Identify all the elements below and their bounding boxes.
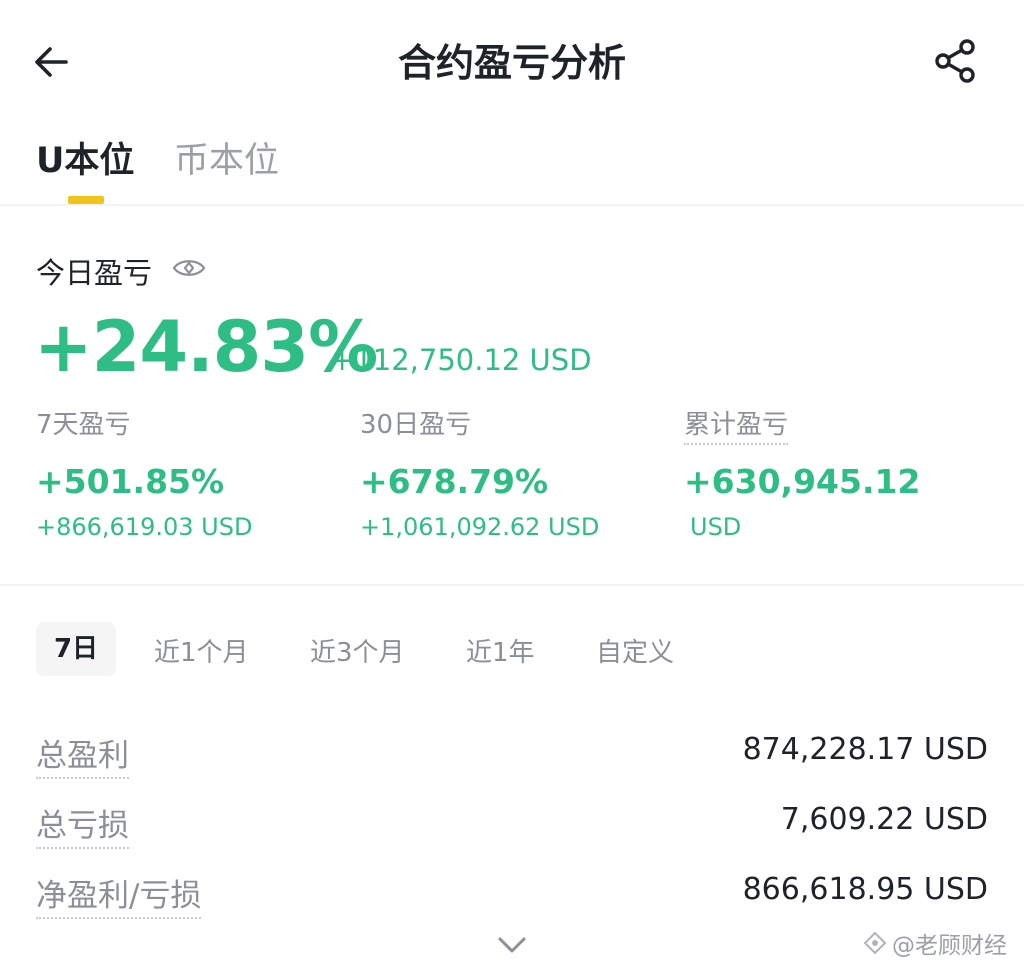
- total-profit-label[interactable]: 总盈利: [36, 730, 129, 779]
- net-pnl-value: 866,618.95 USD: [742, 872, 988, 907]
- stat-30d-percent: +678.79%: [360, 462, 549, 501]
- active-tab-indicator: [68, 196, 104, 204]
- period-7d-button[interactable]: 7日: [36, 622, 116, 676]
- total-loss-value: 7,609.22 USD: [780, 802, 988, 837]
- today-pnl-label: 今日盈亏: [36, 256, 153, 290]
- eye-icon[interactable]: [172, 254, 206, 282]
- period-3m-button[interactable]: 近3个月: [310, 632, 405, 669]
- total-profit-value: 874,228.17 USD: [742, 732, 988, 767]
- watermark-logo-icon: [863, 931, 887, 955]
- today-pnl-usd: +112,750.12 USD: [330, 343, 592, 377]
- chevron-down-icon[interactable]: [496, 934, 528, 956]
- stat-30d-usd: +1,061,092.62 USD: [360, 513, 600, 541]
- today-pnl-percent: +24.83%: [34, 306, 378, 388]
- stat-cumulative-unit: USD: [690, 513, 742, 541]
- stat-cumulative-label[interactable]: 累计盈亏: [684, 404, 789, 445]
- total-loss-label[interactable]: 总亏损: [36, 800, 129, 849]
- stat-7d-usd: +866,619.03 USD: [36, 513, 253, 541]
- stat-30d-label: 30日盈亏: [360, 410, 472, 440]
- stat-cumulative-value: +630,945.12: [684, 462, 921, 501]
- page-title: 合约盈亏分析: [397, 41, 626, 85]
- period-custom-button[interactable]: 自定义: [596, 632, 674, 669]
- share-icon[interactable]: [930, 36, 980, 86]
- tabs-divider: [0, 204, 1024, 206]
- header-bar: 合约盈亏分析: [0, 0, 1024, 120]
- section-divider: [0, 584, 1024, 586]
- tab-coin-margin[interactable]: 币本位: [174, 132, 279, 183]
- period-1m-button[interactable]: 近1个月: [154, 632, 249, 669]
- watermark-text: @老顾财经: [892, 933, 1007, 959]
- net-pnl-label[interactable]: 净盈利/亏损: [36, 870, 202, 919]
- stat-7d-label: 7天盈亏: [36, 410, 131, 440]
- period-1y-button[interactable]: 近1年: [466, 632, 535, 669]
- stat-7d-percent: +501.85%: [36, 462, 225, 501]
- tab-u-margin[interactable]: U本位: [36, 132, 134, 183]
